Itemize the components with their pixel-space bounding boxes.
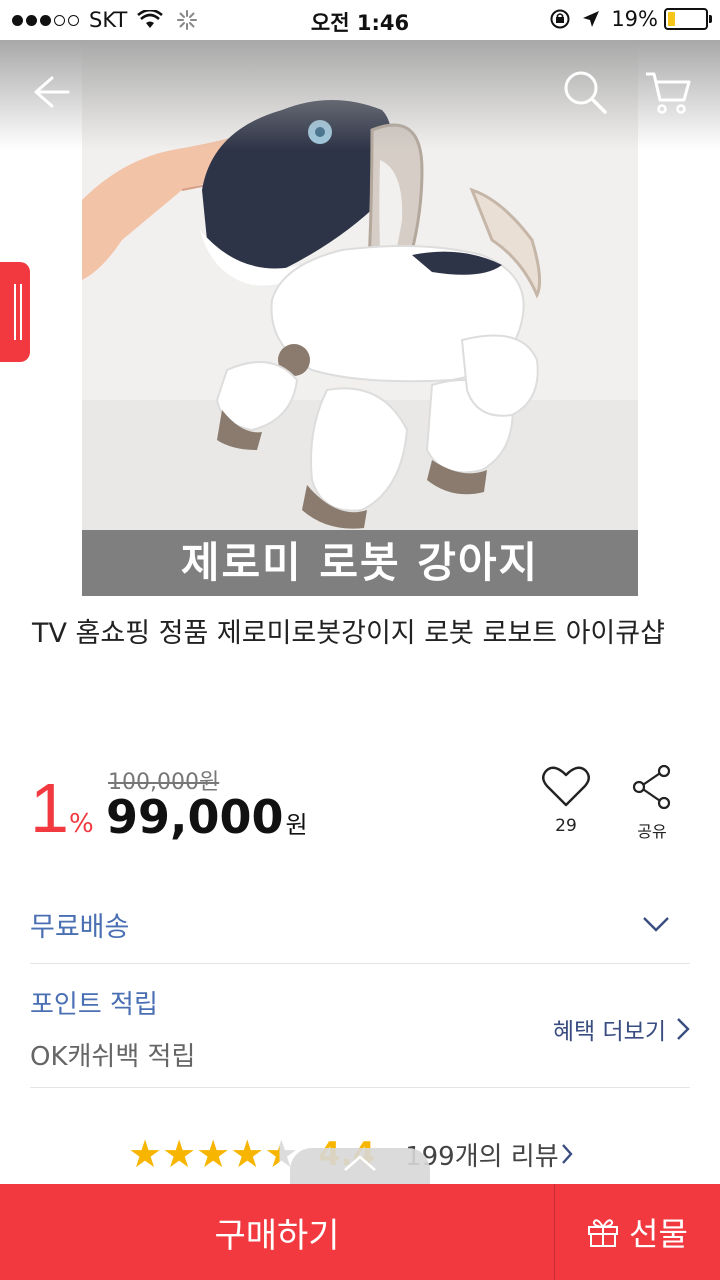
bottom-action-bar: 구매하기 선물 — [0, 1184, 720, 1280]
gift-button[interactable]: 선물 — [555, 1184, 720, 1280]
location-icon — [583, 11, 600, 27]
cart-button[interactable] — [638, 62, 698, 122]
star-icon: ★ — [162, 1132, 197, 1176]
product-title: TV 홈쇼핑 정품 제로미로봇강이지 로봇 로보트 아이큐샵 — [32, 618, 665, 649]
status-right: 19% — [549, 7, 712, 31]
like-count: 29 — [555, 816, 577, 836]
back-button[interactable] — [20, 62, 80, 122]
benefits-more-link[interactable]: 혜택 더보기 — [553, 1012, 690, 1046]
benefits-more-label: 혜택 더보기 — [552, 1019, 666, 1045]
sale-price: 99,000원 — [106, 790, 308, 844]
chevron-down-icon — [643, 917, 669, 932]
share-label: 공유 — [637, 822, 667, 841]
rotation-lock-icon — [550, 9, 570, 29]
benefits-row[interactable]: 포인트 적립 OK캐쉬백 적립 혜택 더보기 — [30, 966, 690, 1088]
chevron-up-icon — [344, 1155, 376, 1171]
product-image-area[interactable]: 제로미 로봇 강아지 — [0, 40, 720, 596]
shipping-label: 무료배송 — [30, 912, 130, 943]
shipping-row[interactable]: 무료배송 — [30, 898, 690, 964]
discount-unit: % — [68, 809, 94, 839]
status-bar: SKT 오전 1:46 19% — [0, 0, 720, 40]
gift-icon — [588, 1219, 619, 1247]
star-icon: ★ — [196, 1132, 231, 1176]
point-label: 포인트 적립 — [30, 990, 158, 1020]
search-icon — [564, 71, 607, 114]
search-button[interactable] — [555, 62, 615, 122]
image-caption: 제로미 로봇 강아지 — [82, 530, 638, 596]
heart-icon — [542, 766, 590, 807]
scroll-up-tab[interactable] — [290, 1148, 430, 1188]
side-menu-tab[interactable] — [0, 262, 30, 362]
buy-button[interactable]: 구매하기 — [0, 1184, 554, 1280]
sale-price-currency: 원 — [285, 811, 308, 839]
ok-cashbag-label: OK캐쉬백 적립 — [30, 1042, 196, 1072]
cart-icon — [646, 72, 691, 114]
star-icon: ★ — [230, 1132, 265, 1176]
discount-number: 1 — [30, 769, 69, 847]
sale-price-value: 99,000 — [106, 790, 284, 844]
chevron-right-icon — [677, 1018, 690, 1040]
arrow-left-icon — [34, 76, 70, 108]
chevron-right-icon — [561, 1144, 573, 1164]
rating-stars: ★ ★ ★ ★ ★ — [128, 1134, 298, 1174]
review-link[interactable]: 199개의 리뷰 — [405, 1136, 573, 1173]
like-button[interactable]: 29 — [538, 764, 594, 836]
share-button[interactable]: 공유 — [624, 764, 680, 842]
battery-icon — [664, 8, 712, 30]
share-icon — [632, 764, 671, 810]
gift-label: 선물 — [629, 1215, 688, 1253]
discount-rate: 1% — [30, 768, 94, 848]
star-icon: ★ — [128, 1132, 163, 1176]
battery-percent: 19% — [611, 7, 658, 31]
